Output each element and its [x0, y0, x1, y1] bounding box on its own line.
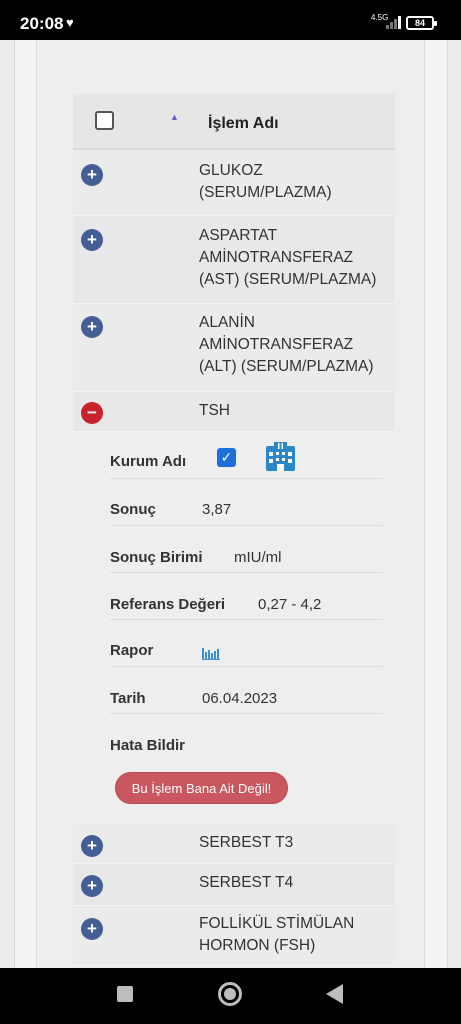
row-name: SERBEST T4 — [199, 874, 294, 891]
table-header: ▲ İşlem Adı — [73, 94, 395, 150]
row-name: ASPARTAT AMİNOTRANSFERAZ (AST) (SERUM/PL… — [199, 227, 377, 288]
expand-plus-icon[interactable]: + — [81, 229, 103, 251]
row-name: SERBEST T3 — [199, 834, 294, 851]
detail-rapor: Rapor — [110, 620, 383, 667]
sort-up-icon[interactable]: ▲ — [170, 112, 179, 122]
detail-sonuc: Sonuç 3,87 — [110, 479, 383, 526]
recent-apps-icon[interactable] — [117, 986, 133, 1002]
detail-hata: Hata Bildir — [110, 714, 383, 761]
row-name: FOLLİKÜL STİMÜLAN HORMON (FSH) — [199, 915, 355, 954]
expand-plus-icon[interactable]: + — [81, 918, 103, 940]
detail-value: 0,27 - 4,2 — [258, 596, 322, 613]
report-error-button[interactable]: Bu İşlem Bana Ait Değil! — [115, 772, 288, 804]
kurum-checkbox[interactable]: ✓ — [217, 448, 236, 467]
detail-value: 06.04.2023 — [202, 690, 278, 707]
bar-chart-icon[interactable] — [202, 646, 220, 660]
row-name: TSH — [199, 402, 230, 419]
detail-label: Referans Değeri — [110, 596, 226, 613]
table-row[interactable]: + ASPARTAT AMİNOTRANSFERAZ (AST) (SERUM/… — [73, 216, 395, 304]
select-all-checkbox[interactable] — [95, 111, 114, 130]
heart-icon: ♥ — [66, 15, 74, 30]
back-icon[interactable] — [326, 984, 343, 1004]
detail-birim: Sonuç Birimi mIU/ml — [110, 526, 383, 573]
detail-label: Kurum Adı — [110, 453, 187, 470]
detail-kurum: Kurum Adı ✓ — [110, 432, 383, 479]
detail-referans: Referans Değeri 0,27 - 4,2 — [110, 573, 383, 620]
expand-plus-icon[interactable]: + — [81, 316, 103, 338]
status-bar: 20:08 ♥ 4.5G 84 — [0, 0, 461, 40]
detail-label: Rapor — [110, 642, 154, 659]
detail-value: mIU/ml — [234, 549, 282, 566]
expand-plus-icon[interactable]: + — [81, 875, 103, 897]
home-icon[interactable] — [218, 982, 242, 1006]
detail-label: Tarih — [110, 690, 146, 707]
column-title[interactable]: İşlem Adı — [208, 115, 279, 133]
expand-plus-icon[interactable]: + — [81, 164, 103, 186]
table-row[interactable]: + SERBEST T4 — [73, 864, 395, 906]
signal-icon — [386, 15, 402, 29]
detail-label: Sonuç Birimi — [110, 549, 203, 566]
collapse-minus-icon[interactable]: − — [81, 402, 103, 424]
table-row[interactable]: + GLUKOZ (SERUM/PLAZMA) — [73, 150, 395, 216]
results-table: ▲ İşlem Adı + GLUKOZ (SERUM/PLAZMA) + AS… — [73, 94, 395, 966]
detail-value: 3,87 — [202, 501, 232, 518]
row-name: ALANİN AMİNOTRANSFERAZ (ALT) (SERUM/PLAZ… — [199, 314, 374, 375]
table-row[interactable]: + ALANİN AMİNOTRANSFERAZ (ALT) (SERUM/PL… — [73, 304, 395, 392]
table-row-expanded[interactable]: − TSH — [73, 392, 395, 432]
detail-label: Sonuç — [110, 501, 156, 518]
battery-icon: 84 — [406, 16, 437, 30]
detail-tarih: Tarih 06.04.2023 — [110, 667, 383, 714]
row-name: GLUKOZ (SERUM/PLAZMA) — [199, 162, 332, 201]
table-row[interactable]: + SERBEST T3 — [73, 824, 395, 864]
expand-plus-icon[interactable]: + — [81, 835, 103, 857]
status-time: 20:08 — [20, 14, 64, 33]
table-row[interactable]: + FOLLİKÜL STİMÜLAN HORMON (FSH) — [73, 906, 395, 966]
navigation-bar — [0, 968, 461, 1024]
hospital-icon[interactable] — [264, 440, 297, 473]
detail-label: Hata Bildir — [110, 737, 186, 754]
row-detail: Kurum Adı ✓ Sonuç 3,87 Sonuç Birimi mIU/… — [73, 432, 395, 824]
